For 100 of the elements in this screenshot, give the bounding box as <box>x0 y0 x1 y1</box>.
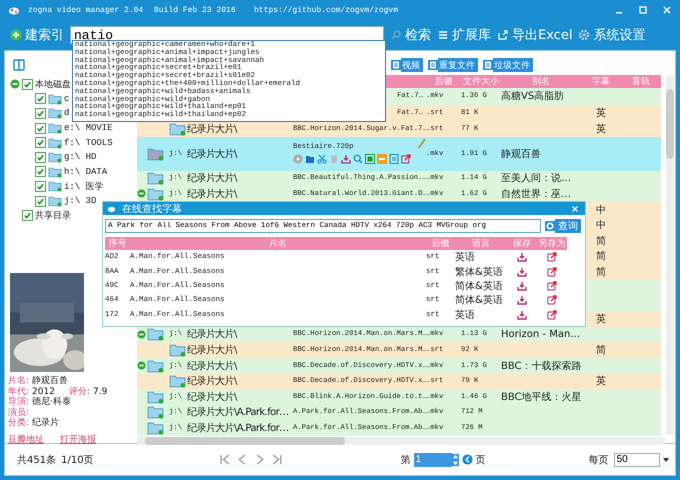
checkbox[interactable] <box>35 108 46 119</box>
tree-item[interactable]: d <box>64 108 70 118</box>
collapse-icon[interactable] <box>137 330 146 339</box>
page-label: 页 <box>476 454 486 466</box>
settings-icon[interactable] <box>578 29 590 41</box>
folder-cell-text: 纪录片大片\ <box>187 374 237 388</box>
checkbox[interactable] <box>35 152 46 163</box>
tag-icon[interactable] <box>377 154 387 164</box>
subtitle-cell-text: 英 <box>596 122 606 136</box>
folder-icon <box>48 122 62 134</box>
pencil-icon[interactable] <box>417 138 426 151</box>
alias-cell-text: BBC地平线：火星 <box>501 390 582 404</box>
first-page-icon[interactable] <box>218 453 232 466</box>
tree-item[interactable]: c <box>64 94 70 104</box>
per-page-select[interactable]: 50 <box>614 452 660 466</box>
subtitle-cell-text: 英 <box>596 312 606 326</box>
document-icon[interactable] <box>428 58 438 72</box>
checkbox[interactable] <box>35 180 46 192</box>
collapse-icon[interactable] <box>137 189 146 198</box>
play-icon[interactable] <box>293 154 303 164</box>
folder-icon[interactable] <box>305 154 315 164</box>
close-icon[interactable] <box>662 5 672 15</box>
folder-icon <box>169 122 186 136</box>
alias-cell-text: 高糖VS高脂肪 <box>501 90 564 104</box>
folder-icon <box>147 146 164 161</box>
link[interactable]: 豆瓣地址 <box>8 432 44 446</box>
filter-button[interactable]: 视频 <box>401 58 423 72</box>
export-button[interactable]: 导出Excel <box>509 26 578 44</box>
share-icon[interactable] <box>547 252 557 262</box>
close-icon[interactable] <box>571 204 579 212</box>
tree-item[interactable]: f:\ TOOLS <box>64 138 113 148</box>
tree-item[interactable]: g:\ HD <box>64 152 96 162</box>
horizontal-scrollbar[interactable] <box>137 436 665 445</box>
library-button[interactable]: 扩展库 <box>449 26 497 44</box>
download-icon[interactable] <box>517 295 527 306</box>
link[interactable]: 打开海报 <box>60 432 96 446</box>
checkbox[interactable] <box>22 210 33 222</box>
alias-cell-text: 静观百兽 <box>501 148 541 161</box>
field-label: 导演: <box>8 397 30 408</box>
share-icon[interactable] <box>547 266 557 277</box>
table-cell-text: 繁体&英语 <box>455 266 504 279</box>
document-icon[interactable] <box>483 58 493 72</box>
caret-icon[interactable] <box>662 456 670 464</box>
filter-button[interactable]: 重复文件 <box>438 58 478 72</box>
list-icon[interactable] <box>437 29 449 41</box>
checkbox[interactable] <box>35 137 46 148</box>
checkbox[interactable] <box>35 196 46 207</box>
folder-icon <box>48 195 62 208</box>
folder-icon <box>48 107 62 120</box>
tree-item[interactable]: i:\ 医学 <box>64 180 104 193</box>
folder-cell-text: 纪录片大片\ <box>187 360 237 373</box>
per-page-label: 每页 <box>588 454 609 466</box>
share-icon[interactable] <box>401 154 411 164</box>
alias-cell-text: BBC：十载探索路 <box>501 360 582 373</box>
query-button[interactable]: 查询 <box>555 219 581 233</box>
download-icon[interactable] <box>517 280 527 291</box>
scissors-icon[interactable] <box>317 154 327 164</box>
badge-icon[interactable] <box>365 154 375 164</box>
download-icon[interactable] <box>517 252 527 262</box>
folder-cell-text: 纪录片大片\ <box>187 148 237 161</box>
download-icon[interactable] <box>517 310 527 320</box>
filter-button[interactable]: 垃圾文件 <box>493 58 533 72</box>
subtitle-cell-text: 简 <box>596 234 606 248</box>
document-icon[interactable] <box>389 154 399 164</box>
tree-item[interactable]: 本地磁盘 <box>35 78 71 91</box>
document-icon[interactable] <box>391 58 401 72</box>
build-index-button[interactable]: 建索引 <box>22 26 70 44</box>
subtitle-cell-text: 简 <box>596 266 606 279</box>
download-icon[interactable] <box>341 154 351 164</box>
tree-item[interactable]: h:\ DATA <box>64 166 108 177</box>
panel-toggle-icon[interactable] <box>13 59 25 71</box>
plus-icon[interactable] <box>10 29 22 41</box>
tree-item[interactable]: e:\ MOVIE <box>64 123 113 134</box>
go-icon[interactable] <box>462 454 473 465</box>
field-label: 年代: <box>8 386 30 396</box>
maximize-icon[interactable] <box>638 5 648 15</box>
folder-cell-text: 纪录片大片\A.Park.for… <box>187 422 289 435</box>
share-icon[interactable] <box>547 310 557 320</box>
collapse-icon[interactable] <box>137 361 146 370</box>
settings-button[interactable]: 系统设置 <box>590 26 652 44</box>
checkbox[interactable] <box>35 166 46 178</box>
folder-icon <box>48 180 62 192</box>
field-value: 德尼·科泰 <box>32 397 71 408</box>
search-icon[interactable] <box>545 219 555 233</box>
tree-item[interactable]: j:\ 3D <box>64 196 96 206</box>
vertical-scrollbar[interactable] <box>666 75 674 435</box>
checkbox[interactable] <box>35 122 46 134</box>
collapse-icon[interactable] <box>10 79 20 90</box>
download-icon[interactable] <box>517 266 527 277</box>
search-icon[interactable] <box>353 154 363 164</box>
subtitle-cell-text: 简 <box>596 344 606 357</box>
checkbox[interactable] <box>22 78 33 90</box>
share-icon[interactable] <box>547 280 557 291</box>
share-icon[interactable] <box>547 295 557 306</box>
table-cell-text: 简体&英语 <box>455 294 504 308</box>
tree-item[interactable]: 共享目录 <box>35 209 71 222</box>
search-button[interactable]: 检索 <box>402 26 437 44</box>
table-cell-text: 简体&英语 <box>455 280 504 293</box>
export-icon[interactable] <box>497 29 509 41</box>
checkbox[interactable] <box>35 93 46 104</box>
